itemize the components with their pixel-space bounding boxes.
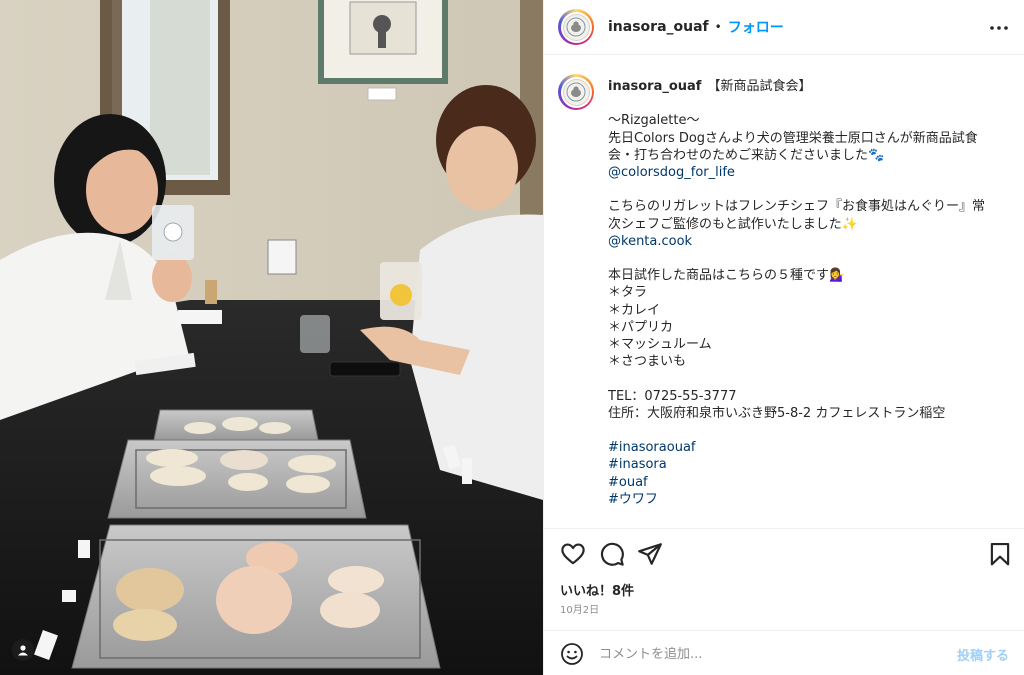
follow-button[interactable]: フォロー xyxy=(728,17,784,37)
caption-username[interactable]: inasora_ouaf xyxy=(608,79,701,94)
caption-line: ＊カレイ xyxy=(608,302,661,318)
caption-title: 【新商品試食会】 xyxy=(707,79,812,94)
post-details-panel: inasora_ouaf • フォロー inasora_ouaf 【新商品試食会… xyxy=(543,0,1024,675)
emoji-icon xyxy=(561,643,583,665)
dog-logo-icon xyxy=(566,17,586,37)
user-tag-button[interactable] xyxy=(12,639,34,661)
header-username[interactable]: inasora_ouaf xyxy=(608,19,709,35)
avatar-image xyxy=(562,13,590,41)
post-comment-button[interactable]: 投稿する xyxy=(957,645,1009,664)
share-button[interactable] xyxy=(637,541,663,567)
caption-link[interactable]: @kenta.cook xyxy=(608,233,1008,250)
post-photo[interactable] xyxy=(0,0,543,675)
caption-line: 会・打ち合わせのためご来訪くださいました🐾 xyxy=(608,147,885,163)
avatar[interactable] xyxy=(558,9,594,45)
like-button[interactable] xyxy=(560,541,586,567)
comment-icon xyxy=(600,542,624,566)
caption-line: 本日試作した商品はこちらの５種です💁‍♀️ xyxy=(608,268,846,284)
caption-line: 先日Colors Dogさんより犬の管理栄養士原口さんが新商品試食 xyxy=(608,130,978,146)
caption-line xyxy=(608,370,1008,387)
caption-line: ＊マッシュルーム xyxy=(608,337,712,352)
caption-line: 次シェフご監修のもと試作いたしました✨ xyxy=(608,216,858,232)
caption-link[interactable]: #inasora xyxy=(608,456,1008,473)
caption-line xyxy=(608,422,1008,439)
caption-line: 〜Rizgalette〜 xyxy=(608,113,700,129)
comment-bar: 投稿する xyxy=(544,630,1024,675)
caption-lines: 〜Rizgalette〜 先日Colors Dogさんより犬の管理栄養士原口さんが… xyxy=(608,95,1008,508)
save-button[interactable] xyxy=(987,541,1013,567)
bookmark-icon xyxy=(990,542,1010,566)
more-options-button[interactable] xyxy=(987,16,1011,40)
likes-count[interactable]: いいね！8件 xyxy=(560,580,634,599)
caption-text: inasora_ouaf 【新商品試食会】 〜Rizgalette〜 先日Color… xyxy=(608,74,1008,508)
header-separator: • xyxy=(714,20,722,34)
dog-logo-icon xyxy=(566,82,586,102)
avatar-image xyxy=(562,78,590,106)
caption-first-line: inasora_ouaf 【新商品試食会】 xyxy=(608,78,1008,95)
emoji-button[interactable] xyxy=(560,642,584,666)
caption-link[interactable]: #ウワフ xyxy=(608,491,1008,508)
caption-link[interactable]: @colorsdog_for_life xyxy=(608,164,1008,181)
caption-line xyxy=(608,250,1008,267)
caption-avatar[interactable] xyxy=(558,74,594,110)
caption-line: TEL：0725-55-3777 xyxy=(608,388,737,404)
comment-button[interactable] xyxy=(599,541,625,567)
heart-icon xyxy=(561,543,585,565)
caption-line: こちらのリガレットはフレンチシェフ『お食事処はんぐりー』常 xyxy=(608,199,986,215)
photo-illustration xyxy=(0,0,543,675)
post-header: inasora_ouaf • フォロー xyxy=(544,0,1024,55)
more-horizontal-icon xyxy=(990,26,1008,30)
caption-line: 住所：大阪府和泉市いぶき野5-8-2 カフェレストラン稲空 xyxy=(608,405,946,421)
comment-input[interactable] xyxy=(599,643,939,665)
caption-line: ＊タラ xyxy=(608,285,648,301)
person-icon xyxy=(18,645,28,656)
action-bar xyxy=(544,528,1024,578)
caption-line xyxy=(608,181,1008,198)
share-icon xyxy=(638,543,662,565)
caption-link[interactable]: #inasoraouaf xyxy=(608,439,1008,456)
caption-line xyxy=(608,95,1008,112)
caption-line: ＊さつまいも xyxy=(608,354,687,370)
post-date[interactable]: 10月2日 xyxy=(560,601,599,616)
caption-area: inasora_ouaf 【新商品試食会】 〜Rizgalette〜 先日Color… xyxy=(544,56,1024,528)
caption-line: ＊パプリカ xyxy=(608,319,674,335)
caption-link[interactable]: #ouaf xyxy=(608,474,1008,491)
caption-row: inasora_ouaf 【新商品試食会】 〜Rizgalette〜 先日Color… xyxy=(558,74,1011,508)
